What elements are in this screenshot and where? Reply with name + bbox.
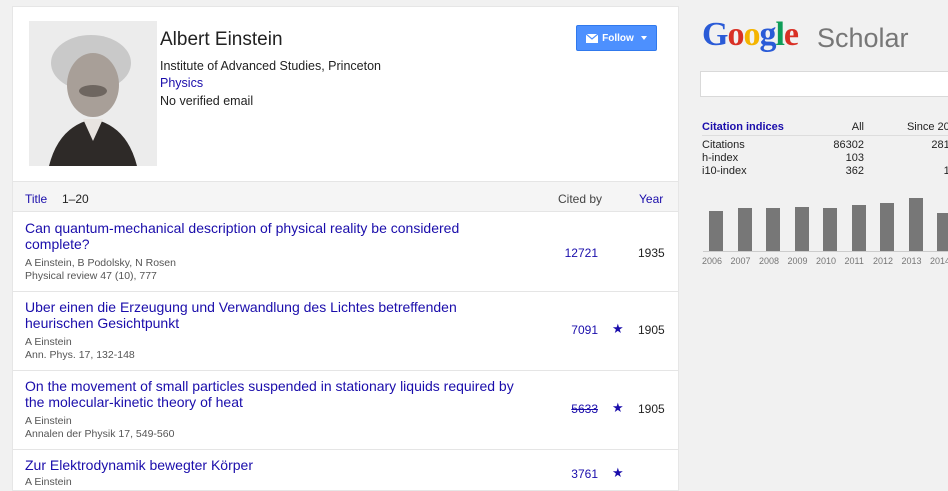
star-icon: ★ [612,400,624,415]
chart-tick-label: 2008 [759,256,780,266]
chart-tick-label: 2006 [702,256,723,266]
star-icon: ★ [612,321,624,336]
search-input[interactable] [700,71,948,97]
chart-tick-label: 2007 [730,256,751,266]
logo-letter: G [702,16,728,53]
cited-by-link[interactable]: 3761 [571,467,598,481]
chart-tick-label: 2011 [844,256,864,266]
article-range: 1–20 [62,192,89,206]
article-authors: A Einstein [25,476,72,488]
sort-by-title-link[interactable]: Title [25,192,47,206]
citation-indices-header: Citation indices All Since 2009 [702,121,948,136]
citation-row: Citations 86302 28107 [702,139,948,152]
sort-by-year-link[interactable]: Year [639,192,663,206]
citation-row-all: 362 [845,165,864,177]
cited-by-link[interactable]: 12721 [565,246,598,260]
citation-row-label: Citations [702,139,745,151]
chart-bar [737,207,752,251]
cited-by-link[interactable]: 7091 [571,323,598,337]
chart-tick-label: 2013 [901,256,922,266]
table-row: Can quantum-mechanical description of ph… [13,213,678,292]
logo-letter: l [775,16,785,53]
profile-panel: Albert Einstein Institute of Advanced St… [12,6,679,491]
profile-photo [29,21,157,166]
chart-bar [823,207,837,251]
article-venue: Physical review 47 (10), 777 [25,270,157,282]
chart-tick-label: 2010 [816,256,837,266]
articles-list: Can quantum-mechanical description of ph… [13,213,678,490]
col-since-header: Since 2009 [906,121,948,133]
citation-indices-table: Citation indices All Since 2009 Citation… [702,121,948,178]
logo-letter: g [759,16,776,53]
profile-header: Albert Einstein Institute of Advanced St… [13,7,678,179]
chart-axis-line [703,251,948,252]
chart-bar [880,202,894,251]
scholar-panel: Google Scholar Citation indices All Sinc… [683,0,948,491]
citation-row-since: 28107 [931,139,948,151]
interest-link-physics[interactable]: Physics [160,76,203,90]
chart-tick-label: 2014 [930,256,948,266]
chart-tick-label: 2012 [873,256,894,266]
chart-bar [908,197,923,251]
article-authors: A Einstein [25,415,72,427]
article-title-link[interactable]: Zur Elektrodynamik bewegter Körper [25,457,515,473]
chart-bar [794,206,809,251]
logo-letter: e [783,16,799,53]
logo-letter: o [727,16,744,53]
chart-bar [937,213,948,251]
articles-table-header: Title 1–20 Cited by Year [13,181,678,212]
email-status: No verified email [160,94,254,108]
follow-button-label: Follow [602,32,634,44]
article-venue: Ann. Phys. 17, 132-148 [25,349,135,361]
article-authors: A Einstein, B Podolsky, N Rosen [25,257,176,269]
article-title-link[interactable]: Uber einen die Erzeugung und Verwandlung… [25,299,515,331]
chart-bar [851,204,866,251]
citations-per-year-chart: 2006 2007 2008 2009 2010 2011 2012 2013 2014 [683,190,948,270]
citation-row: h-index 103 62 [702,152,948,165]
citation-row-since: 197 [943,165,948,177]
chart-tick-label: 2009 [787,256,808,266]
article-year: 1905 [638,323,665,337]
scholar-wordmark: Scholar [817,23,909,53]
article-title-link[interactable]: On the movement of small particles suspe… [25,378,515,410]
article-venue: Annalen der Physik 17, 549-560 [25,428,175,440]
citation-row: i10-index 362 197 [702,165,948,178]
article-year: 1935 [638,246,665,260]
table-row: On the movement of small particles suspe… [13,371,678,450]
article-title-link[interactable]: Can quantum-mechanical description of ph… [25,220,515,252]
chevron-down-icon [640,36,647,40]
chart-bar [766,208,780,251]
col-all-header: All [851,121,864,133]
envelope-icon [585,33,599,43]
citation-row-all: 103 [845,152,864,164]
article-year: 1905 [638,402,665,416]
logo-letter: o [743,16,760,53]
cited-by-header: Cited by [558,192,603,206]
citation-indices-title: Citation indices [702,121,784,133]
star-icon: ★ [612,465,624,480]
citation-row-all: 86302 [833,139,864,151]
cited-by-link[interactable]: 5633 [571,402,598,416]
follow-button[interactable]: Follow [576,25,657,51]
profile-name: Albert Einstein [160,29,283,50]
chart-bar [709,211,723,251]
table-row: Zur Elektrodynamik bewegter Körper A Ein… [13,450,678,490]
profile-affiliation: Institute of Advanced Studies, Princeton [160,59,381,73]
citation-row-label: h-index [702,152,739,164]
article-authors: A Einstein [25,336,72,348]
google-logo[interactable]: Google [702,16,799,54]
table-row: Uber einen die Erzeugung und Verwandlung… [13,292,678,371]
citation-row-label: i10-index [702,165,747,177]
